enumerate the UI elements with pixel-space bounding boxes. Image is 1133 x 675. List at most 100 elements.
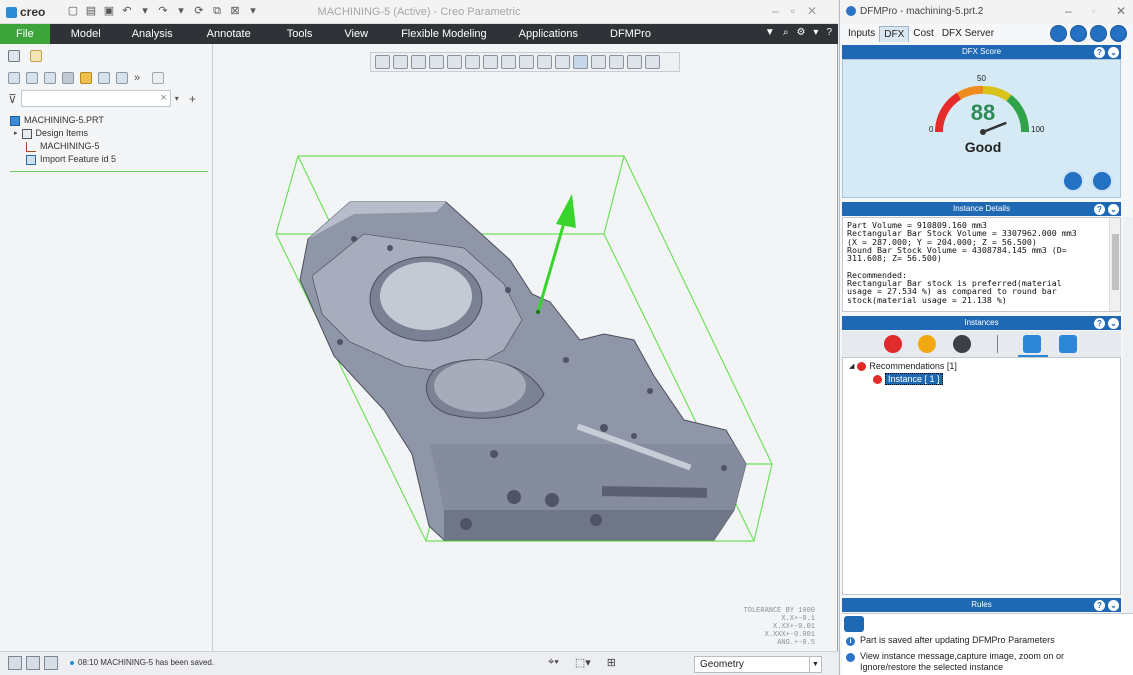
tree-node-import-feature[interactable]: Import Feature id 5 bbox=[10, 153, 116, 166]
rule-message: i View instance message,capture image, zo… bbox=[842, 651, 1064, 672]
status-tools: ⌖▾ ⬚▾ ⊞ bbox=[548, 656, 616, 669]
model-tree-search-input[interactable]: × bbox=[20, 90, 171, 107]
ribbon-collapse-icon[interactable]: ▼ bbox=[765, 27, 775, 38]
rule-message: i Part is saved after updating DFMPro Par… bbox=[846, 635, 1117, 646]
dfx-score-header: DFX Score ? ⌄ bbox=[842, 45, 1121, 59]
direction-arrow[interactable] bbox=[536, 194, 576, 314]
full-screen-icon[interactable] bbox=[44, 656, 58, 670]
tree-node-part[interactable]: MACHINING-5.PRT bbox=[10, 114, 116, 127]
instance-node[interactable]: Instance [ 1 ] bbox=[873, 373, 943, 385]
instance-details-text[interactable]: Part Volume = 910809.160 mm3 Rectangular… bbox=[842, 217, 1121, 312]
sort-icon[interactable] bbox=[98, 72, 110, 84]
instance-details-header: Instance Details ? ⌄ bbox=[842, 202, 1121, 216]
recommendation-icon bbox=[857, 361, 867, 371]
dfmpro-title-bar: DFMPro - machining-5.prt.2 – ▫ ✕ bbox=[840, 0, 1133, 24]
selection-filter-dropdown[interactable]: Geometry ▼ bbox=[694, 656, 822, 673]
toggle-navigator-icon[interactable] bbox=[8, 656, 22, 670]
tolerance-table: TOLERANCE BY 1000 X.X+-0.1 X.XX+-0.01 X.… bbox=[743, 607, 815, 647]
warning-filter-icon[interactable] bbox=[918, 335, 936, 353]
tree-settings-icon[interactable] bbox=[62, 72, 74, 84]
expand-arrow-icon[interactable]: ▸ bbox=[14, 127, 18, 140]
settings-dropdown-icon[interactable]: ▾ bbox=[813, 27, 818, 38]
model-tree-filter-row: ⊽ × ▾ + bbox=[8, 90, 196, 107]
rules-header: Rules ? ⌄ bbox=[842, 598, 1121, 612]
tab-applications[interactable]: Applications bbox=[507, 24, 596, 44]
creo-window-controls: – ▫ ✕ bbox=[772, 4, 817, 18]
dfmpro-minimize-icon[interactable]: – bbox=[1065, 4, 1072, 18]
add-filter-icon[interactable]: + bbox=[189, 92, 196, 106]
tab-file[interactable]: File bbox=[0, 24, 50, 44]
box-select-icon[interactable]: ⬚▾ bbox=[575, 656, 591, 669]
table-icon[interactable] bbox=[116, 72, 128, 84]
filter-dropdown-icon[interactable]: ▾ bbox=[175, 94, 179, 103]
details-scrollbar[interactable] bbox=[1109, 218, 1120, 311]
rules-panel-icon[interactable] bbox=[844, 616, 864, 632]
tree-node-design-items[interactable]: ▸ Design Items bbox=[10, 127, 116, 140]
minimize-icon[interactable]: – bbox=[772, 4, 779, 18]
maximize-icon[interactable]: ▫ bbox=[791, 4, 795, 18]
selection-buffer-icon[interactable]: ⊞ bbox=[607, 656, 616, 669]
model-tree-tab-icon[interactable] bbox=[8, 50, 20, 62]
machined-part-model[interactable] bbox=[214, 44, 837, 651]
refresh-score-icon[interactable] bbox=[1062, 170, 1084, 192]
settings-icon[interactable]: ⚙ bbox=[796, 27, 805, 38]
config-icon[interactable] bbox=[1110, 25, 1127, 42]
copy-icon[interactable] bbox=[1050, 25, 1067, 42]
graphics-area[interactable]: TOLERANCE BY 1000 X.X+-0.1 X.XX+-0.01 X.… bbox=[214, 44, 837, 651]
tree-filter-icon[interactable] bbox=[44, 72, 56, 84]
collapse-chevron-icon[interactable]: ⌄ bbox=[1108, 204, 1119, 215]
import-feature-icon bbox=[26, 154, 36, 165]
status-bar-icons bbox=[8, 656, 58, 670]
tab-model[interactable]: Model bbox=[50, 24, 118, 44]
tab-dfx-server[interactable]: DFX Server bbox=[938, 26, 998, 42]
dfmpro-close-icon[interactable]: ✕ bbox=[1116, 4, 1126, 18]
manufacturing-filter-icon[interactable] bbox=[953, 335, 971, 353]
show-icon[interactable] bbox=[8, 72, 20, 84]
tab-annotate[interactable]: Annotate bbox=[195, 24, 271, 44]
help-icon[interactable]: ? bbox=[826, 27, 832, 38]
save-score-icon[interactable] bbox=[1091, 170, 1113, 192]
filter-icon: ⊽ bbox=[8, 91, 17, 106]
tree-node-coordinate-system[interactable]: MACHINING-5 bbox=[10, 140, 116, 153]
more-chevron-icon[interactable]: » bbox=[134, 72, 146, 84]
tab-view[interactable]: View bbox=[334, 24, 391, 44]
violation-filter-icon[interactable] bbox=[884, 335, 902, 353]
dfmpro-maximize-icon[interactable]: ▫ bbox=[1092, 4, 1096, 18]
collapse-chevron-icon[interactable]: ⌄ bbox=[1108, 47, 1119, 58]
close-icon[interactable]: ✕ bbox=[807, 4, 817, 18]
gauge-max-label: 100 bbox=[1031, 125, 1045, 134]
creo-title-bar: creo ▢ ▤ ▣ ↶ ▾ ↷ ▾ ⟳ ⧉ ⊠ ▾ MACHINING-5 (… bbox=[0, 0, 838, 24]
layers-icon[interactable] bbox=[80, 72, 92, 84]
clear-filter-icon[interactable]: × bbox=[160, 92, 166, 104]
help-icon[interactable]: ? bbox=[1094, 47, 1105, 58]
dfmpro-scrollbar[interactable] bbox=[1123, 217, 1133, 613]
folder-browser-icon[interactable] bbox=[30, 50, 42, 62]
collapse-chevron-icon[interactable]: ⌄ bbox=[1108, 318, 1119, 329]
recommendations-node[interactable]: ◢ Recommendations [1] bbox=[849, 361, 957, 371]
report-icon[interactable] bbox=[1070, 25, 1087, 42]
help-icon[interactable]: ? bbox=[1094, 318, 1105, 329]
design-items-icon bbox=[21, 128, 32, 139]
instances-tree[interactable]: ◢ Recommendations [1] Instance [ 1 ] bbox=[842, 357, 1121, 595]
tab-dfx[interactable]: DFX bbox=[879, 26, 910, 42]
toggle-browser-icon[interactable] bbox=[26, 656, 40, 670]
tab-flexible-modeling[interactable]: Flexible Modeling bbox=[391, 24, 507, 44]
collapse-chevron-icon[interactable]: ⌄ bbox=[1108, 600, 1119, 611]
run-icon[interactable] bbox=[1090, 25, 1107, 42]
tab-cost[interactable]: Cost bbox=[909, 26, 938, 42]
list-view-icon[interactable] bbox=[1023, 335, 1041, 353]
help-icon[interactable]: ? bbox=[1094, 600, 1105, 611]
tree-columns-icon[interactable] bbox=[26, 72, 38, 84]
find-icon[interactable]: ⌖▾ bbox=[548, 656, 559, 669]
export-icon[interactable] bbox=[1059, 335, 1077, 353]
tab-dfmpro[interactable]: DFMPro bbox=[596, 24, 663, 44]
help-icon[interactable]: ? bbox=[1094, 204, 1105, 215]
tab-tools[interactable]: Tools bbox=[271, 24, 335, 44]
collapse-arrow-icon[interactable]: ◢ bbox=[849, 362, 854, 370]
search-icon[interactable]: ⌕ bbox=[783, 27, 789, 38]
tab-inputs[interactable]: Inputs bbox=[844, 26, 879, 42]
rules-panel: i Part is saved after updating DFMPro Par… bbox=[842, 613, 1133, 675]
notes-icon[interactable] bbox=[152, 72, 164, 84]
tab-analysis[interactable]: Analysis bbox=[118, 24, 195, 44]
instances-toolbar bbox=[842, 331, 1121, 357]
